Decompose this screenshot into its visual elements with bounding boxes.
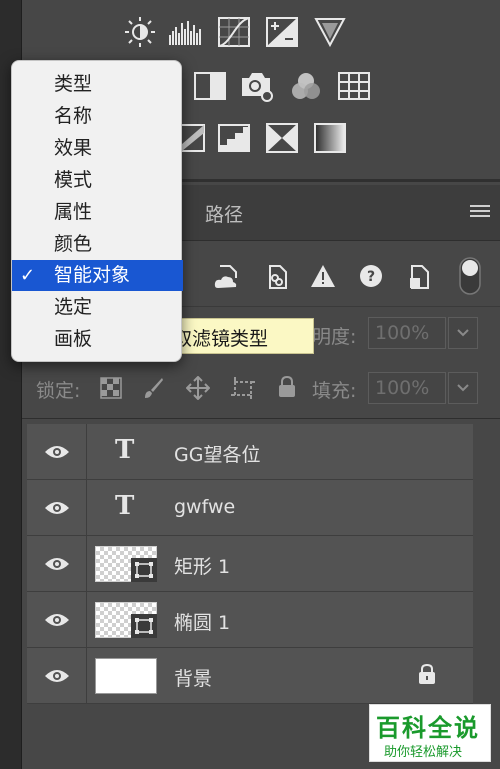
opacity-label: 明度:: [312, 326, 357, 348]
menu-item-color[interactable]: 颜色: [12, 229, 183, 260]
menu-item-name[interactable]: 名称: [12, 101, 183, 132]
layers-scrollbar[interactable]: [476, 424, 496, 704]
opacity-dropdown-button[interactable]: [448, 317, 478, 349]
menu-item-effect[interactable]: 效果: [12, 133, 183, 164]
lock-position-icon[interactable]: [185, 375, 211, 404]
layer-thumbnail[interactable]: [95, 546, 157, 582]
layer-row-rectangle[interactable]: 矩形 1: [27, 536, 473, 592]
watermark-title: 百科全说: [376, 714, 480, 742]
layer-thumbnail[interactable]: [95, 602, 157, 638]
brightness-contrast-icon[interactable]: [122, 14, 158, 50]
layer-thumbnail[interactable]: [95, 658, 157, 694]
vibrance-icon[interactable]: [312, 14, 348, 50]
lock-label: 锁定:: [36, 380, 81, 402]
menu-item-smart-object[interactable]: ✓ 智能对象: [12, 260, 183, 291]
visibility-eye-icon[interactable]: [27, 424, 87, 479]
menu-item-kind[interactable]: 类型: [12, 69, 183, 100]
cloud-linked-icon[interactable]: [214, 264, 240, 294]
warning-icon[interactable]: [310, 264, 336, 292]
lock-all-icon[interactable]: [276, 375, 298, 403]
visibility-eye-icon[interactable]: [27, 592, 87, 647]
checkmark-icon: ✓: [20, 265, 36, 286]
layer-row-text-1[interactable]: T GG望各位: [27, 424, 473, 480]
tab-paths[interactable]: 路径: [205, 200, 243, 227]
menu-item-attribute[interactable]: 属性: [12, 197, 183, 228]
visibility-eye-icon[interactable]: [27, 536, 87, 591]
svg-text:?: ?: [367, 269, 375, 285]
menu-item-artboard[interactable]: 画板: [12, 324, 183, 355]
color-lookup-icon[interactable]: [336, 68, 372, 104]
layer-name[interactable]: GG望各位: [174, 440, 260, 467]
gradient-map-icon[interactable]: [312, 120, 348, 156]
menu-item-selected[interactable]: 选定: [12, 292, 183, 323]
text-layer-icon: T: [115, 491, 135, 521]
watermark-subtitle: 助你轻松解决: [384, 745, 463, 760]
curves-icon[interactable]: [216, 14, 252, 50]
opacity-field[interactable]: 100%: [368, 317, 446, 349]
photo-filter-icon[interactable]: [240, 68, 276, 104]
black-white-icon[interactable]: [192, 68, 228, 104]
lock-icon[interactable]: [417, 663, 437, 689]
smart-object-icon: [131, 558, 157, 582]
threshold-icon[interactable]: [216, 120, 252, 156]
missing-help-icon[interactable]: ?: [358, 263, 384, 293]
channel-mixer-icon[interactable]: [288, 68, 324, 104]
exposure-icon[interactable]: [264, 14, 300, 50]
text-layer-icon: T: [115, 435, 135, 465]
lock-image-pixels-icon[interactable]: [142, 376, 164, 404]
layers-list: T GG望各位 T gwfwe 矩形 1 椭圆 1 背景: [27, 424, 473, 704]
smart-object-icon: [131, 614, 157, 638]
menu-item-mode[interactable]: 模式: [12, 165, 183, 196]
fill-field[interactable]: 100%: [368, 372, 446, 404]
layer-name[interactable]: 背景: [174, 664, 212, 691]
linked-file-icon[interactable]: [264, 264, 290, 294]
layer-name[interactable]: 椭圆 1: [174, 608, 230, 635]
hamburger-icon[interactable]: [470, 205, 490, 219]
fill-label: 填充:: [312, 380, 357, 402]
fill-dropdown-button[interactable]: [448, 372, 478, 404]
filter-toggle[interactable]: [458, 256, 482, 300]
selective-color-icon[interactable]: [264, 120, 300, 156]
lock-transparent-pixels-icon[interactable]: [100, 377, 122, 403]
visibility-eye-icon[interactable]: [27, 648, 87, 703]
levels-icon[interactable]: [168, 14, 204, 50]
filter-type-tooltip: 取滤镜类型: [166, 318, 314, 354]
layer-row-text-2[interactable]: T gwfwe: [27, 480, 473, 536]
filter-kind-menu[interactable]: 类型 名称 效果 模式 属性 颜色 ✓ 智能对象 选定 画板: [11, 60, 183, 362]
visibility-eye-icon[interactable]: [27, 480, 87, 535]
embedded-file-icon[interactable]: [406, 264, 432, 294]
layer-row-background[interactable]: 背景: [27, 648, 473, 704]
layer-row-ellipse[interactable]: 椭圆 1: [27, 592, 473, 648]
layer-name[interactable]: 矩形 1: [174, 552, 230, 579]
layer-name[interactable]: gwfwe: [174, 496, 235, 518]
lock-artboard-icon[interactable]: [230, 376, 256, 404]
watermark-logo: 百科全说 助你轻松解决: [369, 704, 491, 762]
